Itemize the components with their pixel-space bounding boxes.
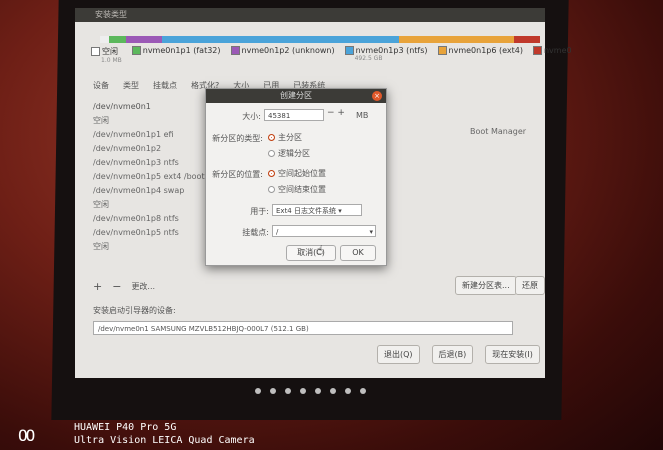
new-partition-table-button[interactable]: 新建分区表...	[455, 276, 517, 295]
dock-icon[interactable]	[300, 388, 306, 394]
legend-swatch	[230, 46, 240, 55]
window-title: 安装类型	[75, 8, 545, 22]
camera-tagline: Ultra Vision LEICA Quad Camera	[74, 435, 255, 446]
dock-icon[interactable]	[315, 388, 321, 394]
legend-size: 1.0 MB	[101, 57, 122, 64]
partition-legend: 空闲 1.0 MB nvme0n1p1 (fat32) nvme0n1p2 (unkn…	[91, 46, 572, 64]
add-partition-button[interactable]: +	[93, 280, 102, 294]
legend-swatch	[91, 47, 100, 56]
legend-item: nvme0n1p2 (unknown)	[230, 46, 335, 64]
camera-logo: OO	[18, 426, 35, 445]
size-unit: MB	[356, 111, 369, 120]
camera-model: HUAWEI P40 Pro 5G	[74, 422, 177, 433]
cancel-button[interactable]: 取消(C)	[286, 245, 336, 261]
bootloader-device-select[interactable]: /dev/nvme0n1 SAMSUNG MZVLB512HBJQ-000L7 …	[93, 321, 513, 335]
legend-item: nvme0n1p1 (fat32)	[131, 46, 221, 64]
dock-icon[interactable]	[360, 388, 366, 394]
partition-location-label: 新分区的位置:	[212, 170, 263, 179]
close-icon[interactable]: ×	[372, 91, 382, 101]
dock-icon[interactable]	[270, 388, 276, 394]
legend-item: nvme0n1p6 (ext4)	[437, 46, 523, 64]
column-header[interactable]: 设备	[93, 80, 109, 91]
legend-item: nvme0	[532, 46, 572, 64]
create-partition-dialog: 创建分区 × 大小: 45381 − + MB 新分区的类型: 主分区 逻辑分区…	[205, 88, 387, 266]
back-button[interactable]: 后退(B)	[431, 345, 474, 364]
location-start-radio[interactable]: 空间起始位置	[268, 168, 326, 179]
legend-label: nvme0n1p2 (unknown)	[241, 46, 335, 55]
legend-label: nvme0n1p3 (ntfs)	[355, 46, 428, 55]
partition-type-label: 新分区的类型:	[212, 134, 263, 143]
column-header[interactable]: 挂载点	[153, 80, 177, 91]
install-now-button[interactable]: 现在安装(I)	[485, 345, 540, 364]
dock-icon[interactable]	[285, 388, 291, 394]
size-input[interactable]: 45381	[264, 109, 324, 121]
legend-label: nvme0	[543, 46, 572, 55]
revert-button[interactable]: 还原	[515, 276, 545, 295]
location-end-radio[interactable]: 空间结束位置	[268, 184, 326, 195]
partition-bar	[100, 36, 540, 43]
remove-partition-button[interactable]: −	[112, 280, 121, 294]
dock-icon[interactable]	[330, 388, 336, 394]
dock	[255, 388, 366, 394]
ok-button[interactable]: OK	[340, 245, 376, 261]
primary-partition-radio[interactable]: 主分区	[268, 132, 302, 143]
mount-point-combo[interactable]: / ▾	[272, 225, 376, 237]
legend-swatch	[532, 46, 542, 55]
legend-item: nvme0n1p3 (ntfs) 492.5 GB	[344, 46, 428, 64]
legend-size: 492.5 GB	[354, 55, 383, 62]
dock-icon[interactable]	[255, 388, 261, 394]
bottom-button-row: 退出(Q) 后退(B) 现在安装(I)	[377, 345, 540, 364]
legend-label: 空闲	[102, 47, 118, 56]
legend-label: nvme0n1p1 (fat32)	[142, 46, 221, 55]
legend-swatch	[437, 46, 447, 55]
legend-label: nvme0n1p6 (ext4)	[448, 46, 523, 55]
os-installed-label: Boot Manager	[470, 127, 527, 136]
column-header[interactable]: 类型	[123, 80, 139, 91]
size-label: 大小:	[242, 112, 261, 121]
dialog-title-text: 创建分区	[280, 91, 312, 100]
legend-item: 空闲 1.0 MB	[91, 46, 122, 64]
logical-partition-radio[interactable]: 逻辑分区	[268, 148, 310, 159]
mouse-pointer-icon: ☝	[316, 243, 324, 257]
bootloader-label: 安装启动引导器的设备:	[93, 306, 176, 315]
legend-swatch	[131, 46, 141, 55]
use-as-select[interactable]: Ext4 日志文件系统 ▾	[272, 204, 362, 216]
use-as-label: 用于:	[250, 207, 269, 216]
dock-icon[interactable]	[345, 388, 351, 394]
table-toolbar: + − 更改...	[93, 280, 155, 294]
dialog-title: 创建分区 ×	[206, 89, 386, 103]
change-partition-button[interactable]: 更改...	[131, 280, 155, 294]
quit-button[interactable]: 退出(Q)	[377, 345, 420, 364]
legend-swatch	[344, 46, 354, 55]
size-stepper[interactable]: − +	[327, 108, 345, 118]
mount-point-label: 挂载点:	[242, 228, 269, 237]
